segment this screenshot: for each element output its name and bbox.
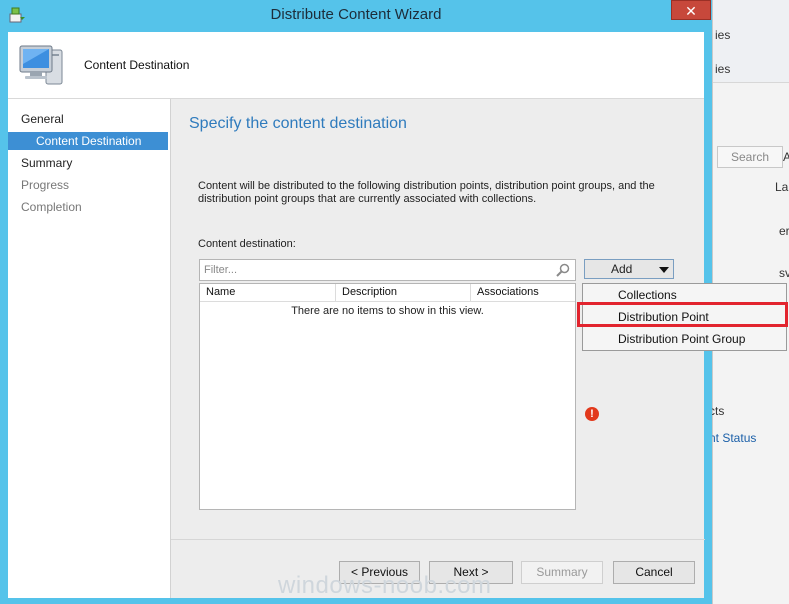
add-button-label: Add: [611, 262, 633, 276]
page-description: Content will be distributed to the follo…: [198, 180, 655, 205]
summary-button: Summary: [521, 561, 603, 584]
error-icon: !: [585, 407, 599, 421]
highlight-annotation-box: [577, 302, 788, 327]
background-column-header: La: [775, 180, 789, 194]
content-destination-label: Content destination:: [198, 238, 296, 250]
filter-placeholder: Filter...: [204, 264, 238, 276]
list-header: Name Description Associations: [200, 284, 575, 302]
background-search-button[interactable]: Search: [717, 146, 783, 168]
footer-divider: [171, 539, 705, 540]
nav-item-progress: Progress: [21, 178, 70, 192]
watermark-text: windows-noob.com: [278, 572, 492, 599]
search-icon[interactable]: [555, 262, 571, 278]
empty-list-message: There are no items to show in this view.: [291, 305, 484, 317]
column-header-name[interactable]: Name: [200, 284, 336, 301]
page-title: Specify the content destination: [189, 115, 407, 132]
title-bar[interactable]: Distribute Content Wizard ✕: [0, 0, 712, 32]
filter-input[interactable]: Filter...: [199, 259, 576, 281]
wizard-header: Content Destination: [8, 32, 704, 99]
column-header-associations[interactable]: Associations: [471, 284, 577, 301]
background-ribbon-text-1: ies: [715, 28, 731, 42]
background-cell-2: sv: [779, 266, 789, 280]
destination-list[interactable]: Name Description Associations There are …: [199, 283, 576, 510]
background-ribbon-text-2: ies: [715, 62, 731, 76]
close-button[interactable]: ✕: [671, 0, 711, 20]
menu-item-distribution-point-group[interactable]: Distribution Point Group: [583, 328, 786, 350]
chevron-down-icon: [659, 267, 669, 273]
cancel-button[interactable]: Cancel: [613, 561, 695, 584]
nav-item-summary[interactable]: Summary: [21, 156, 72, 170]
background-link-status[interactable]: nt Status: [709, 431, 756, 445]
add-dropdown-button[interactable]: Add: [584, 259, 674, 279]
background-cell-1: er: [779, 224, 789, 238]
nav-item-completion: Completion: [21, 200, 82, 214]
window-title: Distribute Content Wizard: [270, 6, 442, 23]
background-ribbon: ies ies: [713, 0, 789, 83]
computer-icon: [16, 42, 68, 90]
nav-item-content-destination[interactable]: Content Destination: [8, 132, 168, 150]
column-header-description[interactable]: Description: [336, 284, 471, 301]
header-page-label: Content Destination: [84, 58, 190, 72]
nav-item-general[interactable]: General: [21, 112, 64, 126]
background-text-a: A: [783, 150, 789, 164]
wizard-nav: General Content Destination Summary Prog…: [8, 99, 170, 598]
